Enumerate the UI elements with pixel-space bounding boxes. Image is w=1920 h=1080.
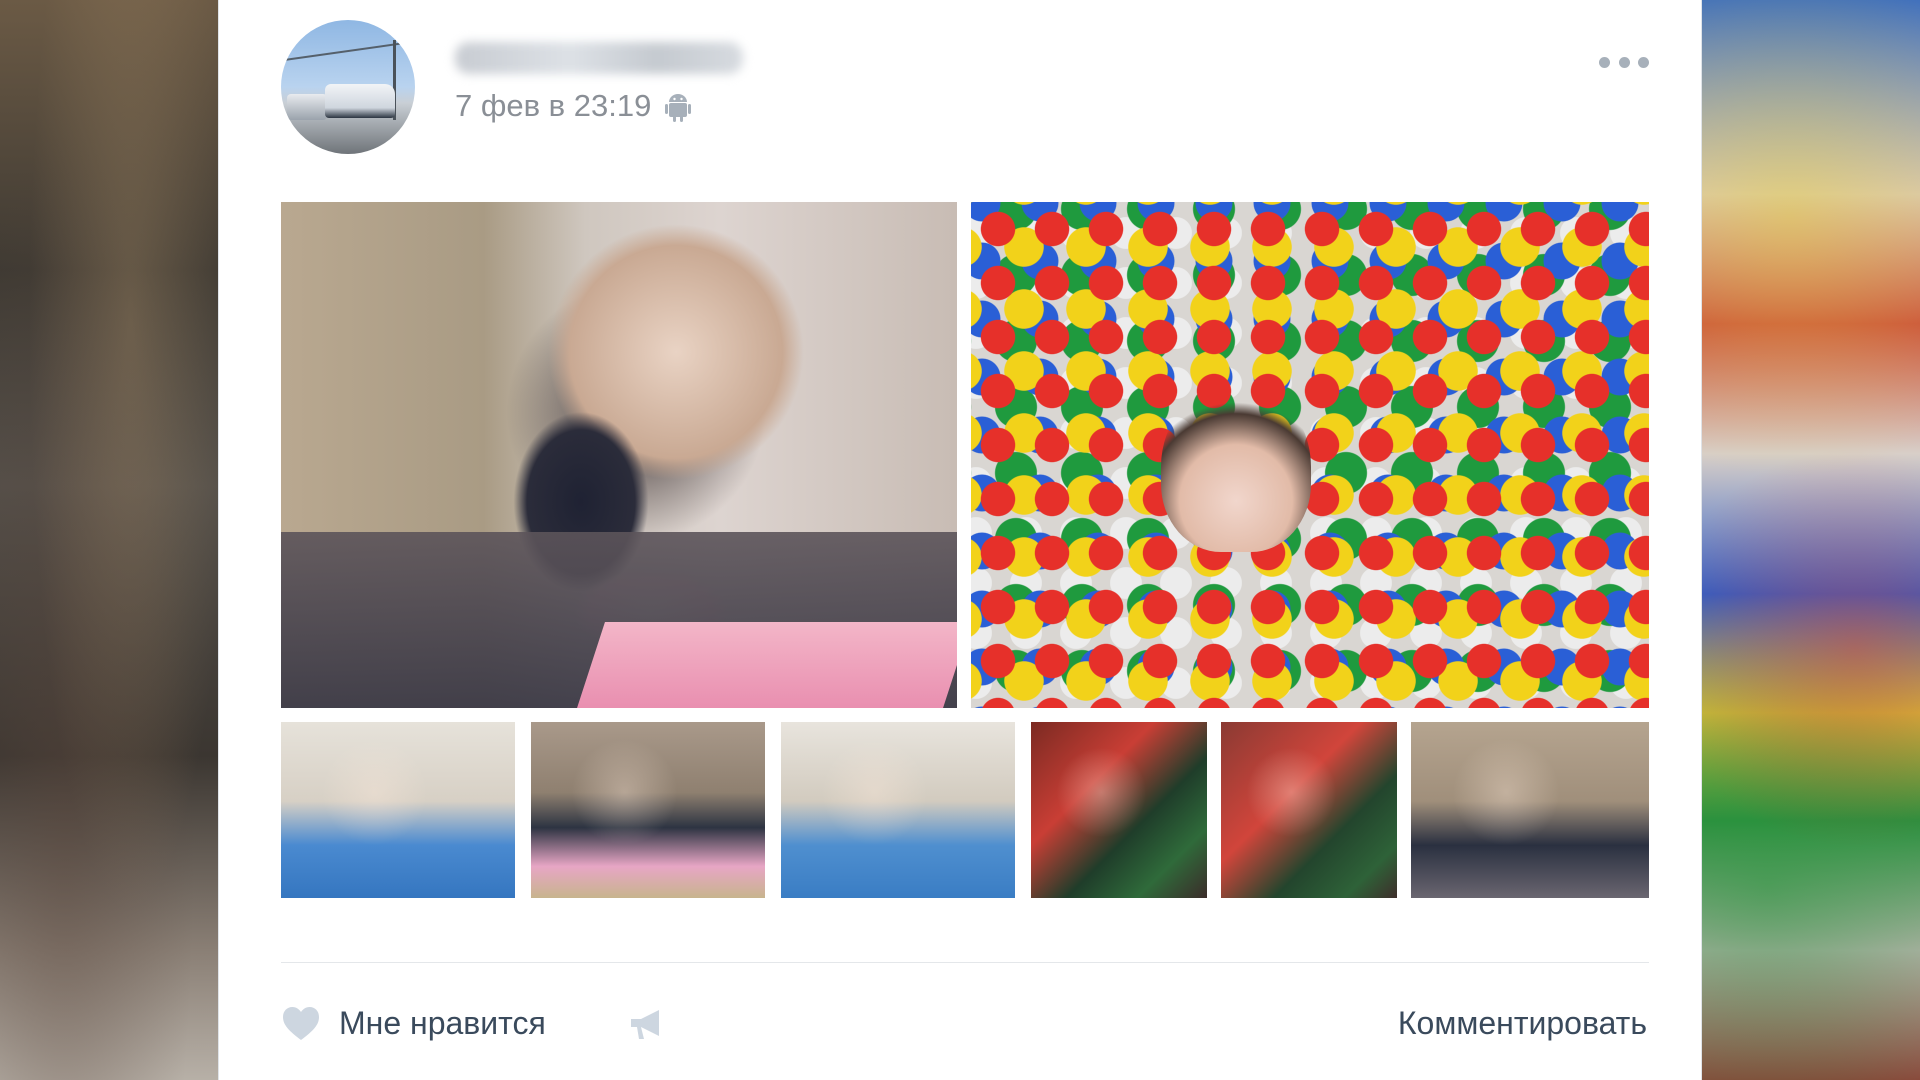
photo-subject	[1161, 382, 1311, 552]
avatar[interactable]	[281, 20, 415, 154]
author-name-blurred[interactable]	[455, 42, 743, 74]
megaphone-icon[interactable]	[627, 1006, 667, 1042]
comment-button[interactable]: Комментировать	[1398, 1005, 1647, 1042]
divider	[281, 962, 1649, 963]
avatar-trolleybus	[325, 84, 395, 118]
photo-birthday-cake[interactable]	[281, 202, 957, 708]
background-right-blurred	[1702, 0, 1920, 1080]
avatar-vehicle-small	[287, 94, 327, 120]
photo-thumbnail[interactable]	[1031, 722, 1207, 898]
photo-thumbnail[interactable]	[531, 722, 765, 898]
photo-thumbnail[interactable]	[781, 722, 1015, 898]
photo-ball-pit[interactable]	[971, 202, 1649, 708]
more-dot	[1618, 56, 1630, 68]
photo-thumbnail[interactable]	[1221, 722, 1397, 898]
more-dot	[1638, 56, 1649, 68]
post-card: 7 фев в 23:19 Мне нравится Комментироват…	[218, 0, 1702, 1080]
post-date-row: 7 фев в 23:19	[455, 88, 692, 124]
background-left-blurred	[0, 0, 218, 1080]
android-icon	[665, 94, 692, 122]
post-date[interactable]: 7 фев в 23:19	[455, 88, 651, 124]
heart-icon	[283, 1006, 319, 1040]
like-label: Мне нравится	[339, 1005, 546, 1041]
photo-thumbnail[interactable]	[281, 722, 515, 898]
photo-thumbnail[interactable]	[1411, 722, 1649, 898]
more-icon[interactable]	[1599, 56, 1649, 68]
like-button[interactable]: Мне нравится	[281, 1005, 546, 1042]
more-dot	[1599, 56, 1610, 68]
